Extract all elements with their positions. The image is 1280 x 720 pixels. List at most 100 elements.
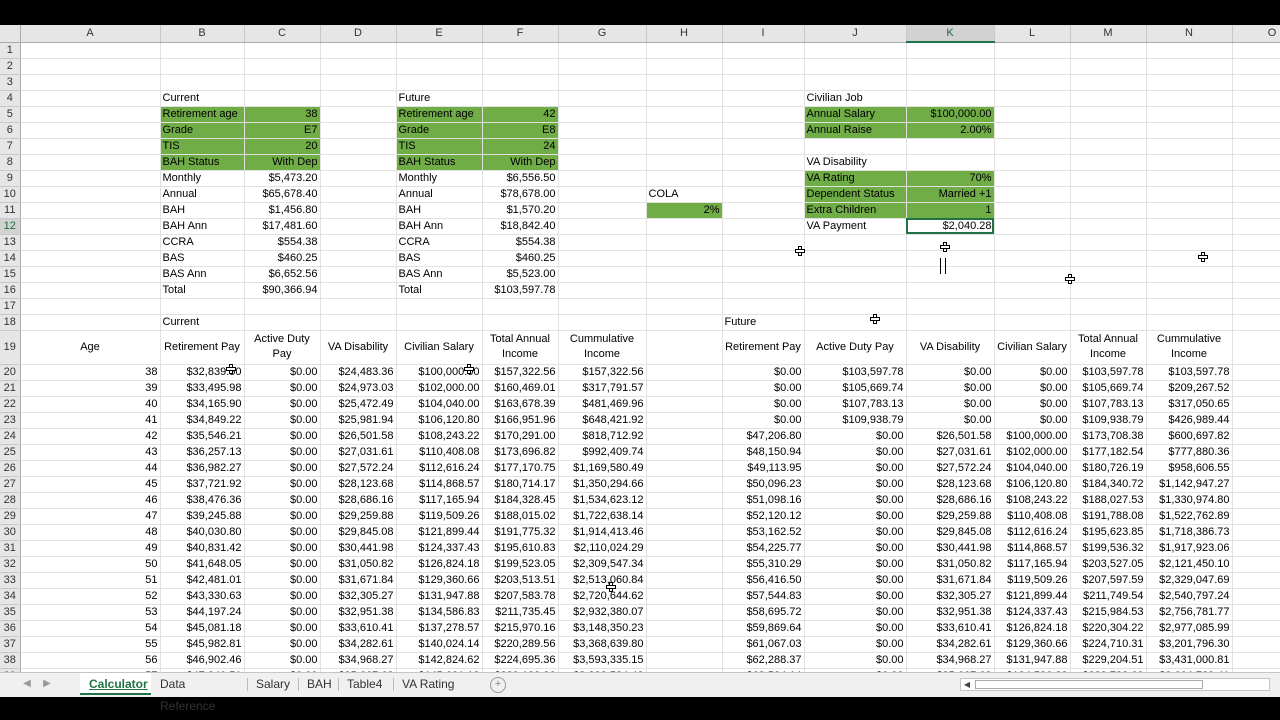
cell-m6[interactable] — [1070, 122, 1147, 139]
cell-h15[interactable] — [646, 266, 723, 283]
row-header[interactable]: 29 — [0, 508, 21, 525]
cell-c3[interactable] — [244, 74, 321, 91]
cell-o1[interactable] — [1232, 42, 1280, 59]
cell-g14[interactable] — [558, 250, 647, 267]
cell-j31[interactable]: $0.00 — [804, 540, 907, 557]
cell-f31[interactable]: $195,610.83 — [482, 540, 559, 557]
cell-o4[interactable] — [1232, 90, 1280, 107]
cell-n30[interactable]: $1,718,386.73 — [1146, 524, 1233, 541]
sheet-tab-calculator[interactable]: Calculator — [80, 673, 151, 695]
row-header[interactable]: 7 — [0, 138, 21, 155]
cell-f36[interactable]: $215,970.16 — [482, 620, 559, 637]
cell-a6[interactable] — [20, 122, 161, 139]
row-header[interactable]: 13 — [0, 234, 21, 251]
cell-m19[interactable]: Total Annual Income — [1070, 330, 1147, 365]
cell-f23[interactable]: $166,951.96 — [482, 412, 559, 429]
cell-a21[interactable]: 39 — [20, 380, 161, 397]
cell-n17[interactable] — [1146, 298, 1233, 315]
cell-a11[interactable] — [20, 202, 161, 219]
cell-d33[interactable]: $31,671.84 — [320, 572, 397, 589]
cell-c27[interactable]: $0.00 — [244, 476, 321, 493]
cell-a1[interactable] — [20, 42, 161, 59]
cell-f35[interactable]: $211,735.45 — [482, 604, 559, 621]
cell-o32[interactable] — [1232, 556, 1280, 573]
cell-d37[interactable]: $34,282.61 — [320, 636, 397, 653]
cell-i23[interactable]: $0.00 — [722, 412, 805, 429]
cell-k27[interactable]: $28,123.68 — [906, 476, 995, 493]
cell-f37[interactable]: $220,289.56 — [482, 636, 559, 653]
worksheet-grid[interactable]: ABCDEFGHIJKLMNO 1 2 3 4 Current Future Civilia… — [0, 25, 1280, 672]
cell-g6[interactable] — [558, 122, 647, 139]
cell-h17[interactable] — [646, 298, 723, 315]
cell-j14[interactable] — [804, 250, 907, 267]
cell-i27[interactable]: $50,096.23 — [722, 476, 805, 493]
cell-m23[interactable]: $109,938.79 — [1070, 412, 1147, 429]
sheet-tab-bah[interactable]: BAH — [298, 673, 338, 695]
cell-j10[interactable]: Dependent Status — [804, 186, 907, 203]
cell-b26[interactable]: $36,982.27 — [160, 460, 245, 477]
cell-i25[interactable]: $48,150.94 — [722, 444, 805, 461]
cell-g31[interactable]: $2,110,024.29 — [558, 540, 647, 557]
cell-c25[interactable]: $0.00 — [244, 444, 321, 461]
cell-a8[interactable] — [20, 154, 161, 171]
row-header[interactable]: 14 — [0, 250, 21, 267]
cell-e24[interactable]: $108,243.22 — [396, 428, 483, 445]
cell-f3[interactable] — [482, 74, 559, 91]
cell-a2[interactable] — [20, 58, 161, 75]
cell-j17[interactable] — [804, 298, 907, 315]
cell-n25[interactable]: $777,880.36 — [1146, 444, 1233, 461]
cell-o24[interactable] — [1232, 428, 1280, 445]
row-header[interactable]: 30 — [0, 524, 21, 541]
cell-j29[interactable]: $0.00 — [804, 508, 907, 525]
cell-f17[interactable] — [482, 298, 559, 315]
cell-f16[interactable]: $103,597.78 — [482, 282, 559, 299]
cell-e30[interactable]: $121,899.44 — [396, 524, 483, 541]
cell-b2[interactable] — [160, 58, 245, 75]
cell-o30[interactable] — [1232, 524, 1280, 541]
cell-o34[interactable] — [1232, 588, 1280, 605]
cell-k36[interactable]: $33,610.41 — [906, 620, 995, 637]
cell-f1[interactable] — [482, 42, 559, 59]
column-header-i[interactable]: I — [722, 25, 805, 43]
cell-h29[interactable] — [646, 508, 723, 525]
cell-i22[interactable]: $0.00 — [722, 396, 805, 413]
cell-o7[interactable] — [1232, 138, 1280, 155]
row-header[interactable]: 10 — [0, 186, 21, 203]
cell-h8[interactable] — [646, 154, 723, 171]
cell-f4[interactable] — [482, 90, 559, 107]
cell-i15[interactable] — [722, 266, 805, 283]
cell-b29[interactable]: $39,245.88 — [160, 508, 245, 525]
cell-k37[interactable]: $34,282.61 — [906, 636, 995, 653]
cell-g15[interactable] — [558, 266, 647, 283]
cell-m35[interactable]: $215,984.53 — [1070, 604, 1147, 621]
cell-k7[interactable] — [906, 138, 995, 155]
cell-h12[interactable] — [646, 218, 723, 235]
cell-j28[interactable]: $0.00 — [804, 492, 907, 509]
select-all-corner[interactable] — [0, 25, 21, 43]
cell-j23[interactable]: $109,938.79 — [804, 412, 907, 429]
cell-m21[interactable]: $105,669.74 — [1070, 380, 1147, 397]
cell-b5[interactable]: Retirement age — [160, 106, 245, 123]
row-header[interactable]: 33 — [0, 572, 21, 589]
cell-a32[interactable]: 50 — [20, 556, 161, 573]
cell-o38[interactable] — [1232, 652, 1280, 669]
cell-c28[interactable]: $0.00 — [244, 492, 321, 509]
cell-d34[interactable]: $32,305.27 — [320, 588, 397, 605]
cell-l9[interactable] — [994, 170, 1071, 187]
cell-d2[interactable] — [320, 58, 397, 75]
row-header[interactable]: 20 — [0, 364, 21, 381]
cell-h25[interactable] — [646, 444, 723, 461]
cell-e33[interactable]: $129,360.66 — [396, 572, 483, 589]
cell-o29[interactable] — [1232, 508, 1280, 525]
cell-k33[interactable]: $31,671.84 — [906, 572, 995, 589]
cell-g7[interactable] — [558, 138, 647, 155]
cell-j5[interactable]: Annual Salary — [804, 106, 907, 123]
row-header[interactable]: 25 — [0, 444, 21, 461]
cell-j11[interactable]: Extra Children — [804, 202, 907, 219]
cell-o6[interactable] — [1232, 122, 1280, 139]
cell-c8[interactable]: With Dep — [244, 154, 321, 171]
cell-l37[interactable]: $129,360.66 — [994, 636, 1071, 653]
cell-k35[interactable]: $32,951.38 — [906, 604, 995, 621]
cell-g9[interactable] — [558, 170, 647, 187]
cell-g18[interactable] — [558, 314, 647, 331]
